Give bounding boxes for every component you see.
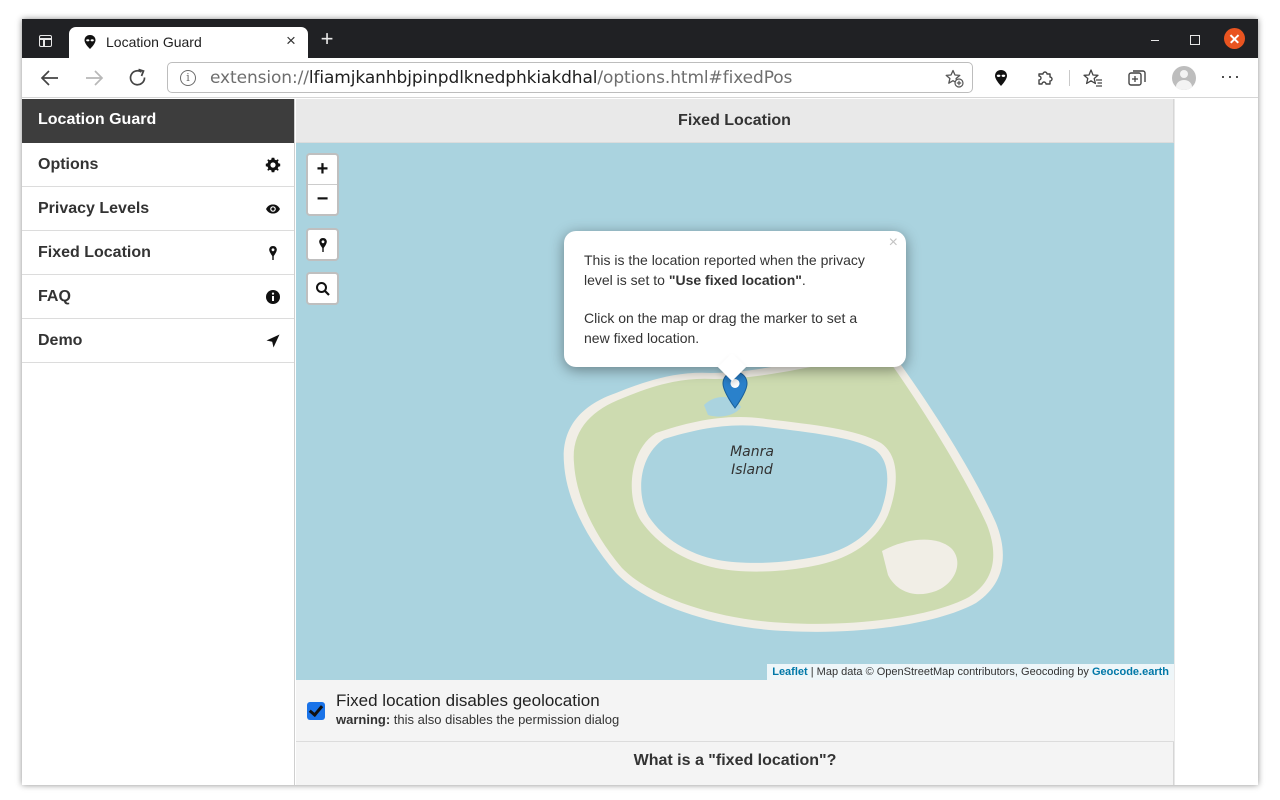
address-bar[interactable]: i extension://lfiamjkanhbjpinpdlknedphki… xyxy=(167,62,973,93)
location-guard-extension-icon[interactable] xyxy=(990,67,1012,89)
more-menu-button[interactable]: ··· xyxy=(1220,66,1241,87)
page-content: Location Guard Options Privacy Levels Fi… xyxy=(22,99,1258,785)
extensions-button[interactable] xyxy=(1034,67,1056,89)
island-shape xyxy=(563,351,1003,632)
maximize-button[interactable] xyxy=(1183,28,1205,50)
popup-text-1-bold: "Use fixed location" xyxy=(668,272,802,288)
tab-actions-icon[interactable] xyxy=(39,35,52,47)
main-panel: Fixed Location Manra Island + − × This i… xyxy=(296,99,1174,785)
warning-text: this also disables the permission dialog xyxy=(390,712,620,727)
close-window-button[interactable] xyxy=(1224,28,1245,49)
url-host: lfiamjkanhbjpinpdlknedphkiakdhal xyxy=(308,68,598,88)
sidebar-item-faq[interactable]: FAQ xyxy=(22,275,294,319)
minimize-button[interactable] xyxy=(1144,28,1166,50)
toolbar-separator xyxy=(1069,70,1070,86)
sidebar-item-label: FAQ xyxy=(38,288,71,305)
url-scheme: extension:// xyxy=(210,68,309,88)
map-popup: × This is the location reported when the… xyxy=(564,231,906,382)
warning-label: warning: xyxy=(336,712,391,727)
gear-icon xyxy=(265,157,281,173)
popup-text-1-end: . xyxy=(801,272,806,288)
reload-button[interactable] xyxy=(125,66,151,90)
sidebar-item-privacy-levels[interactable]: Privacy Levels xyxy=(22,187,294,231)
browser-toolbar: i extension://lfiamjkanhbjpinpdlknedphki… xyxy=(22,58,1258,98)
back-button[interactable] xyxy=(37,66,63,90)
favorites-list-icon xyxy=(1083,69,1102,87)
attribution-text: | Map data © OpenStreetMap contributors,… xyxy=(807,666,1092,678)
checkbox-label[interactable]: Fixed location disables geolocation xyxy=(336,691,600,711)
map-attribution: Leaflet | Map data © OpenStreetMap contr… xyxy=(767,664,1174,680)
sidebar-item-demo[interactable]: Demo xyxy=(22,319,294,363)
disable-geolocation-checkbox[interactable] xyxy=(307,702,325,720)
page-title: Fixed Location xyxy=(296,99,1173,143)
add-favorite-icon[interactable] xyxy=(944,68,964,88)
browser-window: Location Guard × + i extension://lfiamjk… xyxy=(22,19,1258,785)
zoom-control: + − xyxy=(306,153,339,216)
location-guard-icon xyxy=(995,70,1007,86)
leaflet-link[interactable]: Leaflet xyxy=(772,666,807,678)
puzzle-icon xyxy=(1038,71,1053,85)
checkbox-warning: warning: this also disables the permissi… xyxy=(336,712,619,727)
forward-button[interactable] xyxy=(81,66,107,90)
map-pin-icon xyxy=(265,245,281,261)
island-label-line-2: Island xyxy=(731,462,773,478)
url-text[interactable]: extension://lfiamjkanhbjpinpdlknedphkiak… xyxy=(210,68,792,88)
url-path: /options.html#fixedPos xyxy=(597,68,793,88)
sidebar-item-fixed-location[interactable]: Fixed Location xyxy=(22,231,294,275)
geocode-earth-link[interactable]: Geocode.earth xyxy=(1092,666,1169,678)
locate-button[interactable] xyxy=(306,228,339,261)
eye-icon xyxy=(265,201,281,217)
sidebar-item-options[interactable]: Options xyxy=(22,143,294,187)
sidebar-item-label: Options xyxy=(38,156,99,173)
collections-button[interactable] xyxy=(1126,67,1148,89)
zoom-in-button[interactable]: + xyxy=(308,155,337,185)
site-info-icon[interactable]: i xyxy=(180,70,196,86)
arrow-right-icon xyxy=(86,70,104,86)
sidebar-title: Location Guard xyxy=(22,99,294,143)
collections-icon xyxy=(1128,70,1146,86)
zoom-out-button[interactable]: − xyxy=(308,185,337,215)
location-arrow-icon xyxy=(265,333,281,349)
profile-avatar[interactable] xyxy=(1172,66,1196,90)
arrow-left-icon xyxy=(40,70,58,86)
new-tab-button[interactable]: + xyxy=(317,28,337,50)
map[interactable]: Manra Island + − × This is the location … xyxy=(296,143,1174,680)
faq-heading: What is a "fixed location"? xyxy=(633,752,837,769)
search-button[interactable] xyxy=(306,272,339,305)
map-pin-icon xyxy=(319,238,327,252)
favorites-button[interactable] xyxy=(1082,67,1104,89)
search-icon xyxy=(316,282,330,296)
right-margin-area xyxy=(1174,99,1258,785)
island-label-line-1: Manra xyxy=(730,444,774,460)
popup-text-2: Click on the map or drag the marker to s… xyxy=(584,310,858,346)
tab-strip: Location Guard × + xyxy=(22,19,1258,58)
popup-text-1: This is the location reported when the p… xyxy=(584,250,886,290)
tab-location-guard[interactable]: Location Guard × xyxy=(69,27,308,58)
tab-title: Location Guard xyxy=(106,34,202,50)
sidebar-item-label: Demo xyxy=(38,332,83,349)
island-label: Manra Island xyxy=(710,443,794,479)
sidebar-item-label: Privacy Levels xyxy=(38,200,150,217)
fixed-location-option: Fixed location disables geolocation warn… xyxy=(296,680,1174,742)
sidebar-item-label: Fixed Location xyxy=(38,244,151,261)
sidebar: Location Guard Options Privacy Levels Fi… xyxy=(22,99,295,785)
reload-icon xyxy=(129,68,146,86)
popup-close-button[interactable]: × xyxy=(889,233,898,253)
info-icon xyxy=(265,289,281,305)
tab-close-icon[interactable]: × xyxy=(282,32,300,50)
location-guard-favicon-icon xyxy=(84,35,96,49)
